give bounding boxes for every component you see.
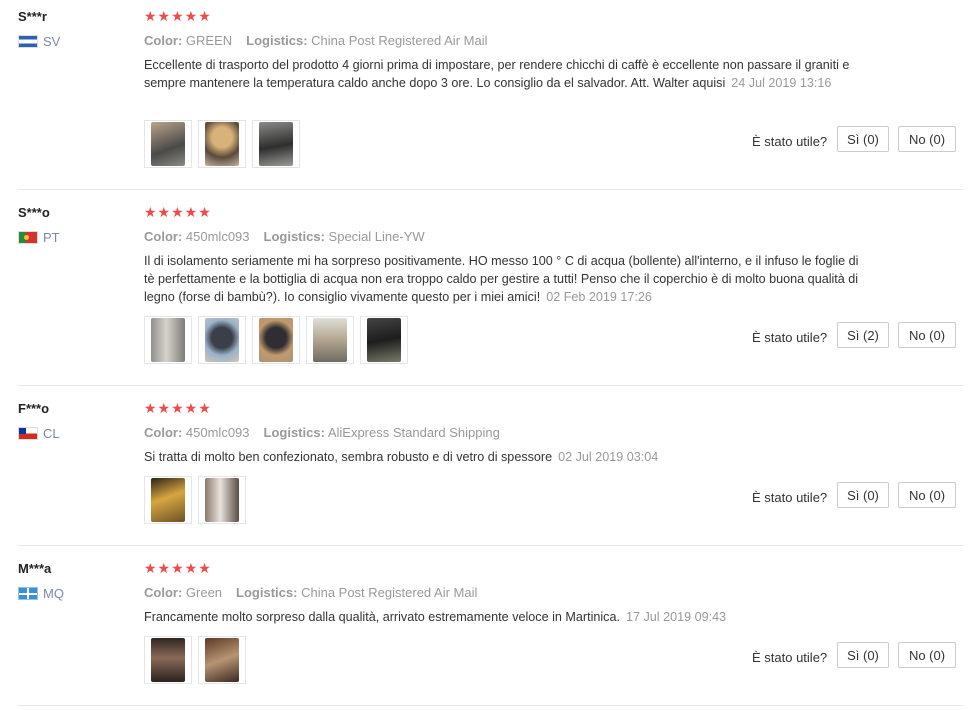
review-photo[interactable] [360, 316, 408, 364]
color-label: Color: [144, 33, 183, 48]
divider [18, 385, 964, 386]
helpful-no-button[interactable]: No (0) [898, 642, 956, 668]
logistics-value: China Post Registered Air Mail [301, 585, 478, 600]
logistics-label: Logistics: [263, 425, 325, 440]
helpful-yes-button[interactable]: Sì (0) [837, 482, 889, 508]
review-body: Il di isolamento seriamente mi ha sorpre… [144, 254, 859, 304]
flag-cl-icon [18, 427, 38, 440]
helpful-no-button[interactable]: No (0) [898, 482, 956, 508]
reviewer-name: S***o [18, 205, 50, 220]
review-date: 02 Feb 2019 17:26 [546, 290, 652, 304]
helpful-label: È stato utile? [752, 650, 828, 665]
flag-sv-icon [18, 35, 38, 48]
reviewer-country: MQ [18, 586, 64, 601]
color-value: Green [185, 585, 223, 600]
helpful-label: È stato utile? [752, 490, 828, 505]
review-photo[interactable] [144, 476, 192, 524]
review-date: 02 Jul 2019 03:04 [558, 450, 659, 464]
reviewer-name: S***r [18, 9, 47, 24]
reviewer-country: SV [18, 34, 60, 49]
review-photo[interactable] [198, 120, 246, 168]
color-value: GREEN [185, 33, 233, 48]
review-meta: Color: Green Logistics: China Post Regist… [144, 585, 477, 600]
reviewer-country: PT [18, 230, 60, 245]
review-photo[interactable] [144, 120, 192, 168]
flag-pt-icon [18, 231, 38, 244]
review-photos [144, 120, 300, 168]
logistics-label: Logistics: [236, 585, 298, 600]
divider [18, 545, 964, 546]
flag-mq-icon [18, 587, 38, 600]
review-photos [144, 636, 246, 684]
review-date: 24 Jul 2019 13:16 [731, 76, 832, 90]
review-text: Il di isolamento seriamente mi ha sorpre… [144, 252, 869, 306]
divider [18, 189, 964, 190]
helpful-no-button[interactable]: No (0) [898, 322, 956, 348]
logistics-value: Special Line-YW [328, 229, 425, 244]
star-rating: ★★★★★ [144, 8, 212, 24]
logistics-label: Logistics: [246, 33, 308, 48]
color-label: Color: [144, 585, 183, 600]
star-rating: ★★★★★ [144, 560, 212, 576]
star-rating: ★★★★★ [144, 204, 212, 220]
helpful-yes-button[interactable]: Sì (0) [837, 126, 889, 152]
review-meta: Color: 450mlc093 Logistics: Special Line-… [144, 229, 425, 244]
review-body: Si tratta di molto ben confezionato, sem… [144, 450, 553, 464]
logistics-label: Logistics: [263, 229, 325, 244]
color-value: 450mlc093 [185, 425, 250, 440]
review-photo[interactable] [198, 636, 246, 684]
review-photos [144, 316, 408, 364]
review-meta: Color: 450mlc093 Logistics: AliExpress St… [144, 425, 500, 440]
review-photos [144, 476, 246, 524]
review-photo[interactable] [306, 316, 354, 364]
helpful-no-button[interactable]: No (0) [898, 126, 956, 152]
review-text: Francamente molto sorpreso dalla qualità… [144, 608, 869, 626]
color-label: Color: [144, 425, 183, 440]
reviewer-name: M***a [18, 561, 52, 576]
helpful-yes-button[interactable]: Sì (2) [837, 322, 889, 348]
reviewer-country: CL [18, 426, 60, 441]
review-photo[interactable] [144, 636, 192, 684]
color-label: Color: [144, 229, 183, 244]
review-photo[interactable] [144, 316, 192, 364]
helpful-yes-button[interactable]: Sì (0) [837, 642, 889, 668]
logistics-value: AliExpress Standard Shipping [327, 425, 500, 440]
star-rating: ★★★★★ [144, 400, 212, 416]
helpful-label: È stato utile? [752, 330, 828, 345]
color-value: 450mlc093 [185, 229, 250, 244]
review-meta: Color: GREEN Logistics: China Post Regist… [144, 33, 487, 48]
logistics-value: China Post Registered Air Mail [311, 33, 488, 48]
review-photo[interactable] [198, 316, 246, 364]
review-photo[interactable] [252, 120, 300, 168]
review-photo[interactable] [198, 476, 246, 524]
helpful-label: È stato utile? [752, 134, 828, 149]
reviewer-name: F***o [18, 401, 50, 416]
review-text: Eccellente di trasporto del prodotto 4 g… [144, 56, 869, 92]
divider [18, 705, 964, 706]
country-code: CL [43, 426, 60, 441]
review-text: Si tratta di molto ben confezionato, sem… [144, 448, 869, 466]
country-code: MQ [43, 586, 64, 601]
review-body: Francamente molto sorpreso dalla qualità… [144, 610, 620, 624]
review-date: 17 Jul 2019 09:43 [625, 610, 727, 624]
country-code: PT [43, 230, 60, 245]
review-photo[interactable] [252, 316, 300, 364]
country-code: SV [43, 34, 61, 49]
